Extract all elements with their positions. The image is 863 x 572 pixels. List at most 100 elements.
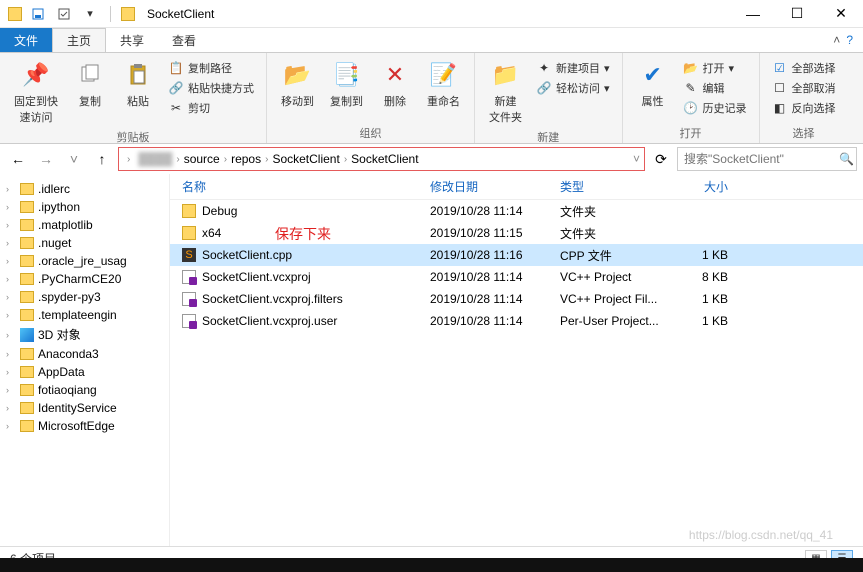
chevron-up-icon: ˄	[833, 33, 840, 47]
minimize-button[interactable]: —	[731, 0, 775, 28]
pin-quickaccess-button[interactable]: 📌 固定到快 速访问	[8, 57, 64, 127]
file-name: x64	[202, 226, 221, 240]
table-row[interactable]: SocketClient.vcxproj2019/10/28 11:14VC++…	[170, 266, 863, 288]
tree-item[interactable]: ›.oracle_jre_usag	[0, 252, 169, 270]
col-size[interactable]: 大小	[680, 178, 740, 195]
history-icon: 🕑	[683, 100, 699, 116]
moveto-button[interactable]: 📂移动到	[275, 57, 320, 111]
maximize-button[interactable]: ☐	[775, 0, 819, 28]
search-box[interactable]: 🔍	[677, 147, 857, 171]
history-button[interactable]: 🕑历史记录	[679, 99, 751, 117]
ribbon-collapse[interactable]: ˄ ?	[823, 28, 863, 52]
watermark: https://blog.csdn.net/qq_41	[689, 528, 833, 542]
file-size: 8 KB	[680, 270, 740, 284]
tree-item-label: AppData	[38, 365, 85, 379]
moveto-icon: 📂	[282, 59, 314, 91]
tree-item[interactable]: ›Anaconda3	[0, 345, 169, 363]
file-type: Per-User Project...	[560, 314, 680, 328]
qat-dropdown-icon[interactable]: ▾	[80, 4, 100, 24]
paste-button[interactable]: 粘贴	[116, 57, 160, 111]
nav-up-button[interactable]: ↑	[90, 147, 114, 171]
copypath-button[interactable]: 📋复制路径	[164, 59, 258, 77]
tab-file[interactable]: 文件	[0, 28, 52, 52]
help-icon[interactable]: ?	[846, 33, 853, 47]
edit-button[interactable]: ✎编辑	[679, 79, 751, 97]
selectnone-button[interactable]: ☐全部取消	[768, 79, 840, 97]
search-input[interactable]	[684, 152, 839, 166]
tree-item-label: .oracle_jre_usag	[38, 254, 127, 268]
file-name: Debug	[202, 204, 237, 218]
crumb-source[interactable]: source	[180, 152, 224, 166]
nav-back-button[interactable]: ←	[6, 147, 30, 171]
crumb-user[interactable]: ████	[134, 152, 176, 166]
nav-bar: ← → ˅ ↑ › ████ › source › repos › Socket…	[0, 144, 863, 174]
table-row[interactable]: SocketClient.vcxproj.filters2019/10/28 1…	[170, 288, 863, 310]
tree-item[interactable]: ›MicrosoftEdge	[0, 417, 169, 435]
nav-tree[interactable]: ›.idlerc›.ipython›.matplotlib›.nuget›.or…	[0, 174, 170, 546]
rename-button[interactable]: 📝重命名	[421, 57, 466, 111]
crumb-socketclient2[interactable]: SocketClient	[347, 152, 422, 166]
tree-item[interactable]: ›.spyder-py3	[0, 288, 169, 306]
file-type: 文件夹	[560, 225, 680, 242]
col-type[interactable]: 类型	[560, 178, 680, 195]
tree-item-label: .nuget	[38, 236, 71, 250]
file-name: SocketClient.vcxproj.user	[202, 314, 337, 328]
selectall-button[interactable]: ☑全部选择	[768, 59, 840, 77]
breadcrumb-dropdown-icon[interactable]: ˅	[633, 152, 640, 166]
tree-item[interactable]: ›3D 对象	[0, 324, 169, 345]
newfolder-button[interactable]: 📁新建 文件夹	[483, 57, 528, 127]
search-icon[interactable]: 🔍	[839, 152, 854, 166]
crumb-socketclient1[interactable]: SocketClient	[268, 152, 343, 166]
tree-item[interactable]: ›.matplotlib	[0, 216, 169, 234]
col-date[interactable]: 修改日期	[430, 178, 560, 195]
delete-button[interactable]: ✕删除	[373, 57, 417, 111]
title-folder-icon	[121, 7, 135, 21]
open-button[interactable]: 📂打开 ▾	[679, 59, 751, 77]
qat-checkbox-icon[interactable]	[54, 4, 74, 24]
chevron-right-icon: ›	[6, 184, 16, 194]
cpp-file-icon: S	[182, 248, 196, 262]
chevron-right-icon: ›	[127, 154, 130, 165]
tab-home[interactable]: 主页	[52, 28, 106, 52]
chevron-right-icon: ›	[6, 367, 16, 377]
table-row[interactable]: SocketClient.vcxproj.user2019/10/28 11:1…	[170, 310, 863, 332]
cut-button[interactable]: ✂剪切	[164, 99, 258, 117]
group-label-organize: 组织	[275, 123, 466, 141]
group-label-open: 打开	[631, 123, 751, 141]
copy-button[interactable]: 复制	[68, 57, 112, 111]
tree-item[interactable]: ›IdentityService	[0, 399, 169, 417]
tree-item[interactable]: ›fotiaoqiang	[0, 381, 169, 399]
crumb-repos[interactable]: repos	[227, 152, 265, 166]
nav-recent-button[interactable]: ˅	[62, 147, 86, 171]
copyto-button[interactable]: 📑复制到	[324, 57, 369, 111]
newfolder-icon: 📁	[490, 59, 522, 91]
breadcrumb[interactable]: › ████ › source › repos › SocketClient ›…	[118, 147, 645, 171]
tab-share[interactable]: 共享	[106, 28, 158, 52]
open-icon: 📂	[683, 60, 699, 76]
close-button[interactable]: ✕	[819, 0, 863, 28]
nav-forward-button[interactable]: →	[34, 147, 58, 171]
pasteshortcut-button[interactable]: 🔗粘贴快捷方式	[164, 79, 258, 97]
tree-item[interactable]: ›.PyCharmCE20	[0, 270, 169, 288]
ribbon-group-organize: 📂移动到 📑复制到 ✕删除 📝重命名 组织	[267, 53, 475, 143]
tree-item-label: .templateengin	[38, 308, 117, 322]
table-row[interactable]: SSocketClient.cpp2019/10/28 11:16CPP 文件1…	[170, 244, 863, 266]
table-row[interactable]: Debug2019/10/28 11:14文件夹	[170, 200, 863, 222]
tree-item[interactable]: › AppData	[0, 363, 169, 381]
tree-item[interactable]: ›.templateengin	[0, 306, 169, 324]
tree-item[interactable]: ›.idlerc	[0, 180, 169, 198]
invertsel-icon: ◧	[772, 100, 788, 116]
newitem-button[interactable]: ✦新建项目 ▾	[532, 59, 614, 77]
col-name[interactable]: 名称	[170, 178, 430, 195]
easyaccess-button[interactable]: 🔗轻松访问 ▾	[532, 79, 614, 97]
tree-item[interactable]: ›.nuget	[0, 234, 169, 252]
table-row[interactable]: x642019/10/28 11:15文件夹	[170, 222, 863, 244]
vcxproj-file-icon	[182, 270, 196, 284]
invertsel-button[interactable]: ◧反向选择	[768, 99, 840, 117]
copyto-icon: 📑	[331, 59, 363, 91]
tab-view[interactable]: 查看	[158, 28, 210, 52]
properties-button[interactable]: ✔属性	[631, 57, 675, 111]
qat-save-icon[interactable]	[28, 4, 48, 24]
tree-item[interactable]: ›.ipython	[0, 198, 169, 216]
refresh-button[interactable]: ⟳	[649, 147, 673, 171]
